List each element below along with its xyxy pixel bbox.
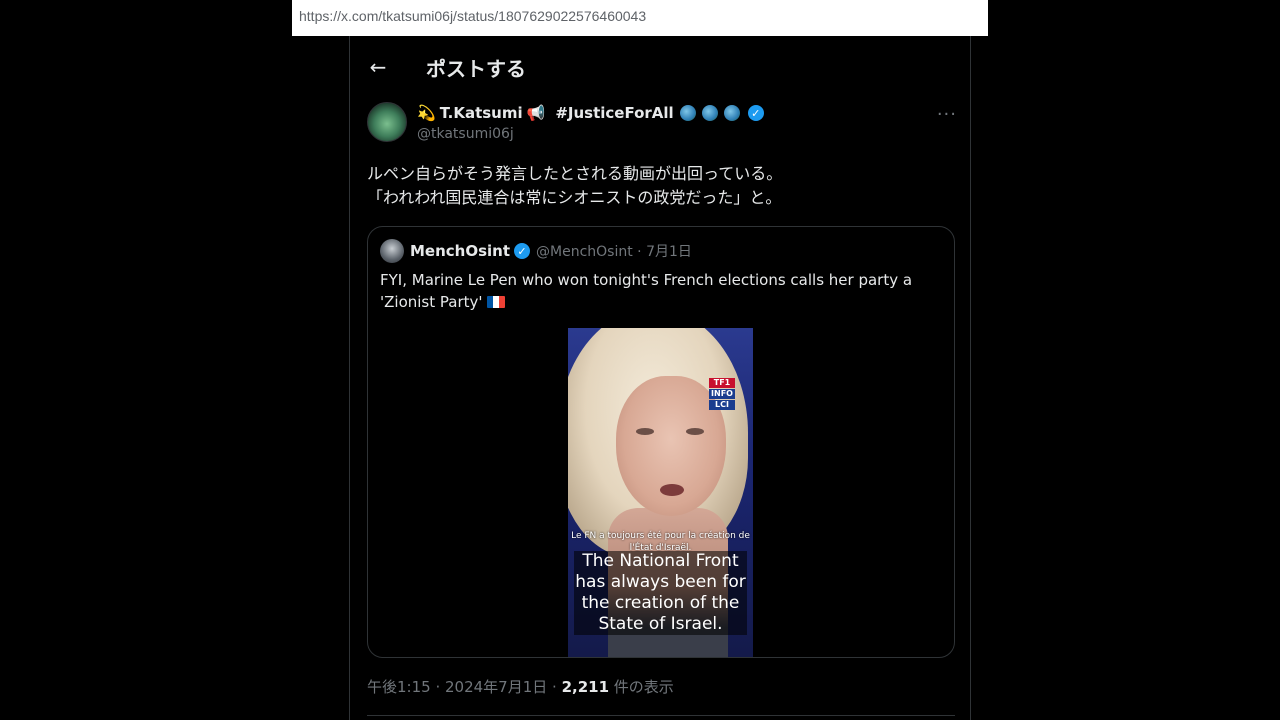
- more-options-icon[interactable]: ···: [937, 104, 957, 125]
- quoted-text: FYI, Marine Le Pen who won tonight's Fre…: [380, 271, 913, 311]
- logo-line: INFO: [709, 389, 735, 399]
- post-text: ルペン自らがそう発言したとされる動画が出回っている。 「われわれ国民連合は常にシ…: [367, 162, 957, 210]
- post-column: ← ポストする 💫 T.Katsumi 📢 #JusticeForAll ✓ @…: [349, 36, 971, 720]
- hashtag: #JusticeForAll: [555, 104, 674, 122]
- author-names: 💫 T.Katsumi 📢 #JusticeForAll ✓ @tkatsumi…: [417, 104, 764, 142]
- dizzy-icon: 💫: [417, 104, 436, 122]
- author-name: T.Katsumi: [439, 104, 523, 122]
- url-text: https://x.com/tkatsumi06j/status/1807629…: [299, 8, 647, 24]
- author-handle[interactable]: @tkatsumi06j: [417, 126, 764, 142]
- video-frame-eye: [636, 428, 654, 435]
- back-arrow-icon[interactable]: ←: [368, 55, 388, 79]
- video-player[interactable]: TF1 INFO LCI Le FN a toujours été pour l…: [568, 328, 753, 657]
- verified-badge-icon: ✓: [514, 243, 531, 259]
- quoted-handle-date: @MenchOsint · 7月1日: [536, 244, 692, 260]
- view-label: 件の表示: [609, 678, 674, 696]
- post-text-line: 「われわれ国民連合は常にシオニストの政党だった」と。: [367, 188, 782, 207]
- quoted-post-header: MenchOsint ✓ @MenchOsint · 7月1日: [380, 239, 692, 263]
- globe-icon: [679, 105, 696, 121]
- page-title: ポストする: [426, 56, 526, 81]
- address-bar[interactable]: https://x.com/tkatsumi06j/status/1807629…: [292, 0, 988, 36]
- post-text-line: ルペン自らがそう発言したとされる動画が出回っている。: [367, 164, 783, 183]
- post-author: 💫 T.Katsumi 📢 #JusticeForAll ✓ @tkatsumi…: [367, 102, 957, 152]
- quoted-avatar: [380, 239, 404, 263]
- video-frame-mouth: [660, 484, 684, 496]
- post-metadata: 午後1:15 · 2024年7月1日 · 2,211 件の表示: [367, 676, 674, 697]
- post-header: ← ポストする: [368, 52, 526, 82]
- divider: [367, 715, 955, 716]
- quoted-post-text: FYI, Marine Le Pen who won tonight's Fre…: [380, 269, 940, 313]
- globe-icon: [723, 105, 740, 121]
- logo-line: TF1: [709, 378, 735, 388]
- logo-line: LCI: [709, 400, 735, 410]
- english-subtitle: The National Front has always been for t…: [574, 551, 747, 635]
- quoted-author-name: MenchOsint: [410, 242, 511, 260]
- megaphone-icon: 📢: [526, 104, 546, 122]
- avatar[interactable]: [367, 102, 407, 142]
- video-frame-eye: [686, 428, 704, 435]
- view-count: 2,211: [561, 678, 610, 696]
- display-name[interactable]: 💫 T.Katsumi 📢 #JusticeForAll ✓: [417, 104, 764, 122]
- tf1-logo: TF1 INFO LCI: [709, 378, 735, 411]
- post-timestamp[interactable]: 午後1:15 · 2024年7月1日 ·: [367, 678, 562, 696]
- globe-icon: [701, 105, 718, 121]
- quoted-post[interactable]: MenchOsint ✓ @MenchOsint · 7月1日 FYI, Mar…: [367, 226, 955, 658]
- verified-badge-icon: ✓: [747, 105, 764, 121]
- france-flag-icon: [486, 296, 505, 308]
